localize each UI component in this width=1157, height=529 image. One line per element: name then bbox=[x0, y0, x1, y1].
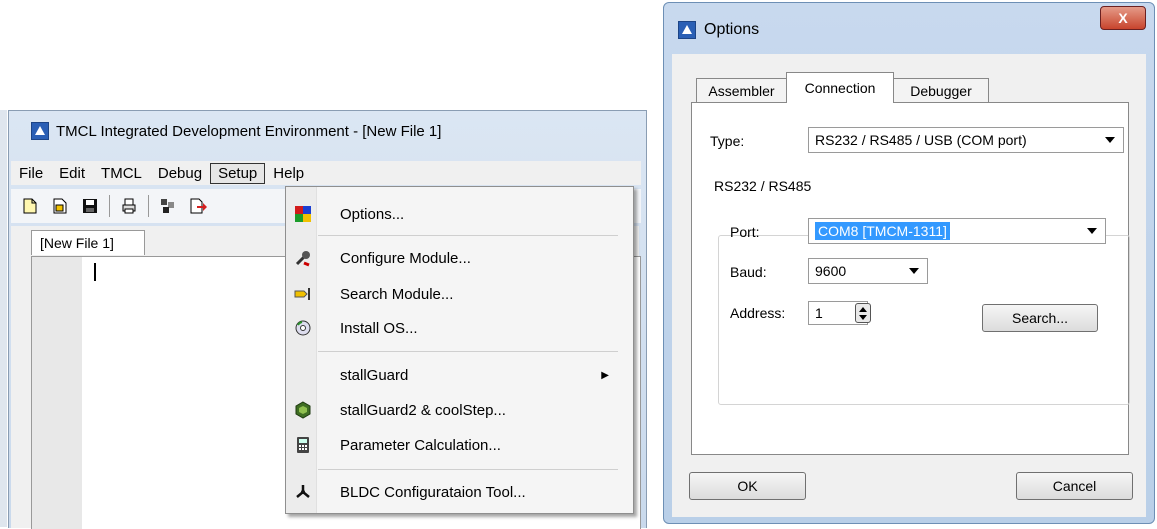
ide-title: TMCL Integrated Development Environment … bbox=[56, 122, 442, 140]
bldc-icon bbox=[294, 483, 312, 501]
port-label: Port: bbox=[730, 224, 760, 240]
menu-item-label: Install OS... bbox=[340, 319, 418, 337]
print-icon[interactable] bbox=[118, 195, 140, 217]
cancel-button[interactable]: Cancel bbox=[1016, 472, 1133, 500]
tab-connection[interactable]: Connection bbox=[786, 72, 894, 103]
chevron-down-icon bbox=[1105, 137, 1115, 143]
type-select[interactable]: RS232 / RS485 / USB (COM port) bbox=[808, 127, 1124, 153]
configure-module-icon bbox=[294, 249, 312, 267]
menu-bar: File Edit TMCL Debug Setup Help bbox=[11, 161, 641, 185]
menu-item-stallguard2-coolstep[interactable]: stallGuard2 & coolStep... bbox=[286, 395, 633, 425]
type-label: Type: bbox=[710, 133, 745, 149]
window-edge bbox=[0, 110, 7, 527]
open-file-icon[interactable] bbox=[49, 195, 71, 217]
close-button[interactable]: X bbox=[1100, 6, 1146, 30]
address-label: Address: bbox=[730, 305, 786, 321]
menu-help[interactable]: Help bbox=[265, 163, 312, 184]
menu-item-stallguard[interactable]: stallGuard ▶ bbox=[286, 360, 633, 390]
group-label: RS232 / RS485 bbox=[710, 178, 816, 194]
menu-item-configure-module[interactable]: Configure Module... bbox=[286, 243, 633, 273]
tmcl-logo-icon bbox=[678, 21, 696, 39]
chevron-down-icon bbox=[909, 268, 919, 274]
search-module-icon bbox=[294, 285, 312, 303]
dialog-body: Assembler Connection Debugger Type: RS23… bbox=[672, 54, 1146, 517]
menu-item-label: stallGuard bbox=[340, 366, 409, 384]
menu-item-label: stallGuard2 & coolStep... bbox=[340, 401, 506, 419]
tab-new-file-1[interactable]: [New File 1] bbox=[31, 230, 145, 255]
menu-item-label: Search Module... bbox=[340, 285, 454, 303]
dialog-title-bar: Options bbox=[678, 21, 759, 39]
chevron-down-icon bbox=[1087, 228, 1097, 234]
tab-label: Debugger bbox=[910, 83, 972, 99]
toolbar-separator bbox=[109, 195, 110, 217]
submenu-arrow-icon: ▶ bbox=[601, 369, 609, 381]
ok-button[interactable]: OK bbox=[689, 472, 806, 500]
menu-icon-strip bbox=[286, 187, 317, 513]
tab-label: Connection bbox=[804, 80, 876, 96]
menu-item-bldc-configuration-tool[interactable]: BLDC Configurataion Tool... bbox=[286, 477, 633, 507]
options-dialog: Options X Assembler Connection Debugger … bbox=[663, 2, 1155, 524]
menu-debug[interactable]: Debug bbox=[150, 163, 210, 184]
line-gutter bbox=[32, 257, 82, 529]
install-os-icon bbox=[294, 319, 312, 337]
address-spinner[interactable] bbox=[855, 303, 871, 323]
menu-tmcl[interactable]: TMCL bbox=[93, 163, 150, 184]
menu-item-label: BLDC Configurataion Tool... bbox=[340, 483, 526, 501]
tab-label: Assembler bbox=[708, 83, 775, 99]
baud-value: 9600 bbox=[815, 263, 847, 279]
port-value: COM8 [TMCM-1311] bbox=[815, 222, 950, 240]
menu-item-install-os[interactable]: Install OS... bbox=[286, 313, 633, 343]
menu-setup[interactable]: Setup bbox=[210, 162, 266, 184]
dialog-title: Options bbox=[704, 21, 760, 38]
calculator-icon bbox=[294, 436, 312, 454]
menu-edit[interactable]: Edit bbox=[51, 163, 93, 184]
setup-menu: Options... Configure Module... Search Mo… bbox=[285, 186, 634, 514]
toolbar-separator bbox=[148, 195, 149, 217]
assemble-icon[interactable] bbox=[157, 195, 179, 217]
menu-item-search-module[interactable]: Search Module... bbox=[286, 279, 633, 309]
new-file-icon[interactable] bbox=[19, 195, 41, 217]
menu-item-label: Configure Module... bbox=[340, 249, 471, 267]
menu-item-label: Options... bbox=[340, 205, 405, 223]
search-button[interactable]: Search... bbox=[982, 304, 1098, 332]
coolstep-icon bbox=[294, 401, 312, 419]
tab-assembler[interactable]: Assembler bbox=[696, 78, 787, 102]
menu-separator bbox=[318, 351, 618, 352]
options-icon bbox=[294, 205, 312, 223]
menu-item-options[interactable]: Options... bbox=[286, 199, 633, 229]
save-icon[interactable] bbox=[79, 195, 101, 217]
close-icon: X bbox=[1118, 10, 1128, 26]
port-select[interactable]: COM8 [TMCM-1311] bbox=[808, 218, 1106, 244]
baud-label: Baud: bbox=[730, 264, 767, 280]
menu-item-parameter-calculation[interactable]: Parameter Calculation... bbox=[286, 430, 633, 460]
baud-select[interactable]: 9600 bbox=[808, 258, 928, 284]
ok-button-label: OK bbox=[737, 478, 758, 494]
menu-separator bbox=[318, 235, 618, 236]
connection-panel: Type: RS232 / RS485 / USB (COM port) RS2… bbox=[691, 102, 1130, 455]
menu-file[interactable]: File bbox=[11, 163, 51, 184]
menu-item-label: Parameter Calculation... bbox=[340, 436, 501, 454]
text-caret bbox=[94, 263, 96, 281]
search-button-label: Search... bbox=[1011, 310, 1069, 326]
cancel-button-label: Cancel bbox=[1052, 478, 1097, 494]
tab-debugger[interactable]: Debugger bbox=[893, 78, 989, 102]
type-value: RS232 / RS485 / USB (COM port) bbox=[815, 132, 1027, 148]
download-icon[interactable] bbox=[187, 195, 209, 217]
ide-title-bar: TMCL Integrated Development Environment … bbox=[9, 111, 646, 151]
menu-separator bbox=[318, 469, 618, 470]
tmcl-logo-icon bbox=[31, 122, 49, 140]
